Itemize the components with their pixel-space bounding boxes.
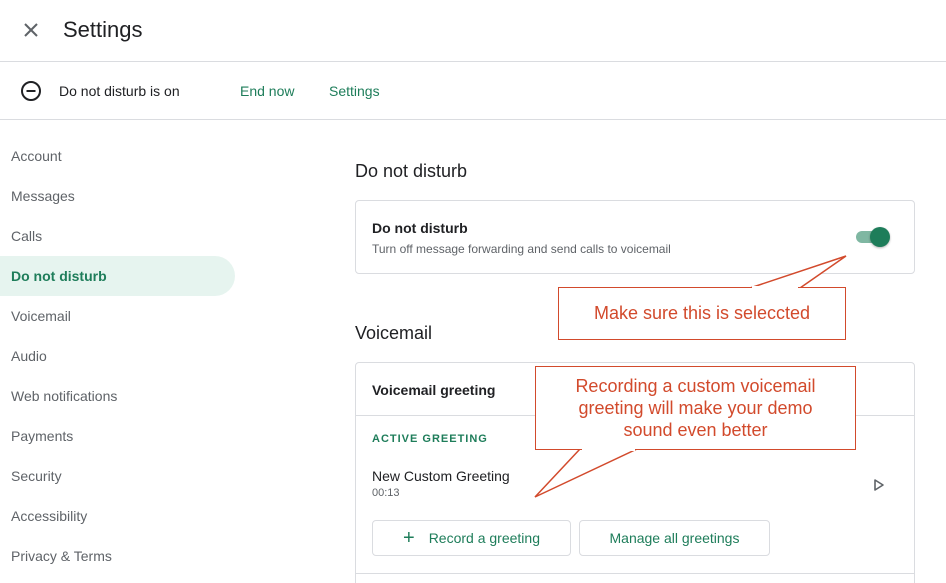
- greeting-name: New Custom Greeting: [372, 468, 510, 484]
- sidebar-item-privacy-terms[interactable]: Privacy & Terms: [0, 536, 235, 576]
- sidebar-item-voicemail[interactable]: Voicemail: [0, 296, 235, 336]
- play-icon[interactable]: [870, 477, 886, 493]
- divider: [355, 573, 915, 574]
- dnd-card-subtitle: Turn off message forwarding and send cal…: [372, 242, 671, 256]
- manage-greetings-button[interactable]: Manage all greetings: [579, 520, 770, 556]
- sidebar-item-account[interactable]: Account: [0, 136, 235, 176]
- dnd-banner: Do not disturb is on End now Settings: [0, 62, 946, 120]
- callout-record-line3: sound even better: [623, 420, 768, 440]
- voicemail-section-title: Voicemail: [355, 323, 433, 343]
- end-now-link[interactable]: End now: [240, 83, 294, 99]
- callout-record-greeting: Recording a custom voicemail greeting wi…: [535, 366, 856, 450]
- dnd-card-title: Do not disturb: [372, 220, 468, 236]
- banner-settings-link[interactable]: Settings: [329, 83, 380, 99]
- callout-record-line1: Recording a custom voicemail: [575, 376, 816, 396]
- sidebar-item-do-not-disturb[interactable]: Do not disturb: [0, 256, 235, 296]
- greeting-duration: 00:13: [372, 487, 400, 499]
- record-greeting-label: Record a greeting: [428, 530, 540, 546]
- header: Settings: [0, 0, 946, 62]
- toggle-knob: [870, 227, 890, 247]
- plus-icon: +: [403, 527, 415, 549]
- close-icon[interactable]: [18, 17, 44, 43]
- voicemail-card-title: Voicemail greeting: [372, 382, 496, 398]
- sidebar-item-payments[interactable]: Payments: [0, 416, 235, 456]
- sidebar: Account Messages Calls Do not disturb Vo…: [0, 136, 240, 576]
- sidebar-item-web-notifications[interactable]: Web notifications: [0, 376, 235, 416]
- callout-select-toggle-text: Make sure this is seleccted: [593, 303, 811, 323]
- sidebar-item-security[interactable]: Security: [0, 456, 235, 496]
- callout-record-line2: greeting will make your demo: [578, 398, 813, 418]
- do-not-disturb-icon: [20, 80, 42, 102]
- sidebar-item-accessibility[interactable]: Accessibility: [0, 496, 235, 536]
- record-greeting-button[interactable]: + Record a greeting: [372, 520, 571, 556]
- page-title: Settings: [63, 17, 143, 42]
- dnd-card: Do not disturb Turn off message forwardi…: [355, 200, 915, 274]
- sidebar-item-calls[interactable]: Calls: [0, 216, 235, 256]
- dnd-toggle[interactable]: [854, 227, 892, 247]
- sidebar-item-audio[interactable]: Audio: [0, 336, 235, 376]
- dnd-section-title: Do not disturb: [355, 161, 468, 181]
- active-greeting-label: ACTIVE GREETING: [372, 433, 488, 445]
- callout-select-toggle: Make sure this is seleccted: [558, 287, 846, 340]
- dnd-status-text: Do not disturb is on: [59, 83, 180, 99]
- manage-greetings-label: Manage all greetings: [609, 530, 740, 546]
- sidebar-item-messages[interactable]: Messages: [0, 176, 235, 216]
- settings-page: Settings Do not disturb is on End now Se…: [0, 0, 946, 583]
